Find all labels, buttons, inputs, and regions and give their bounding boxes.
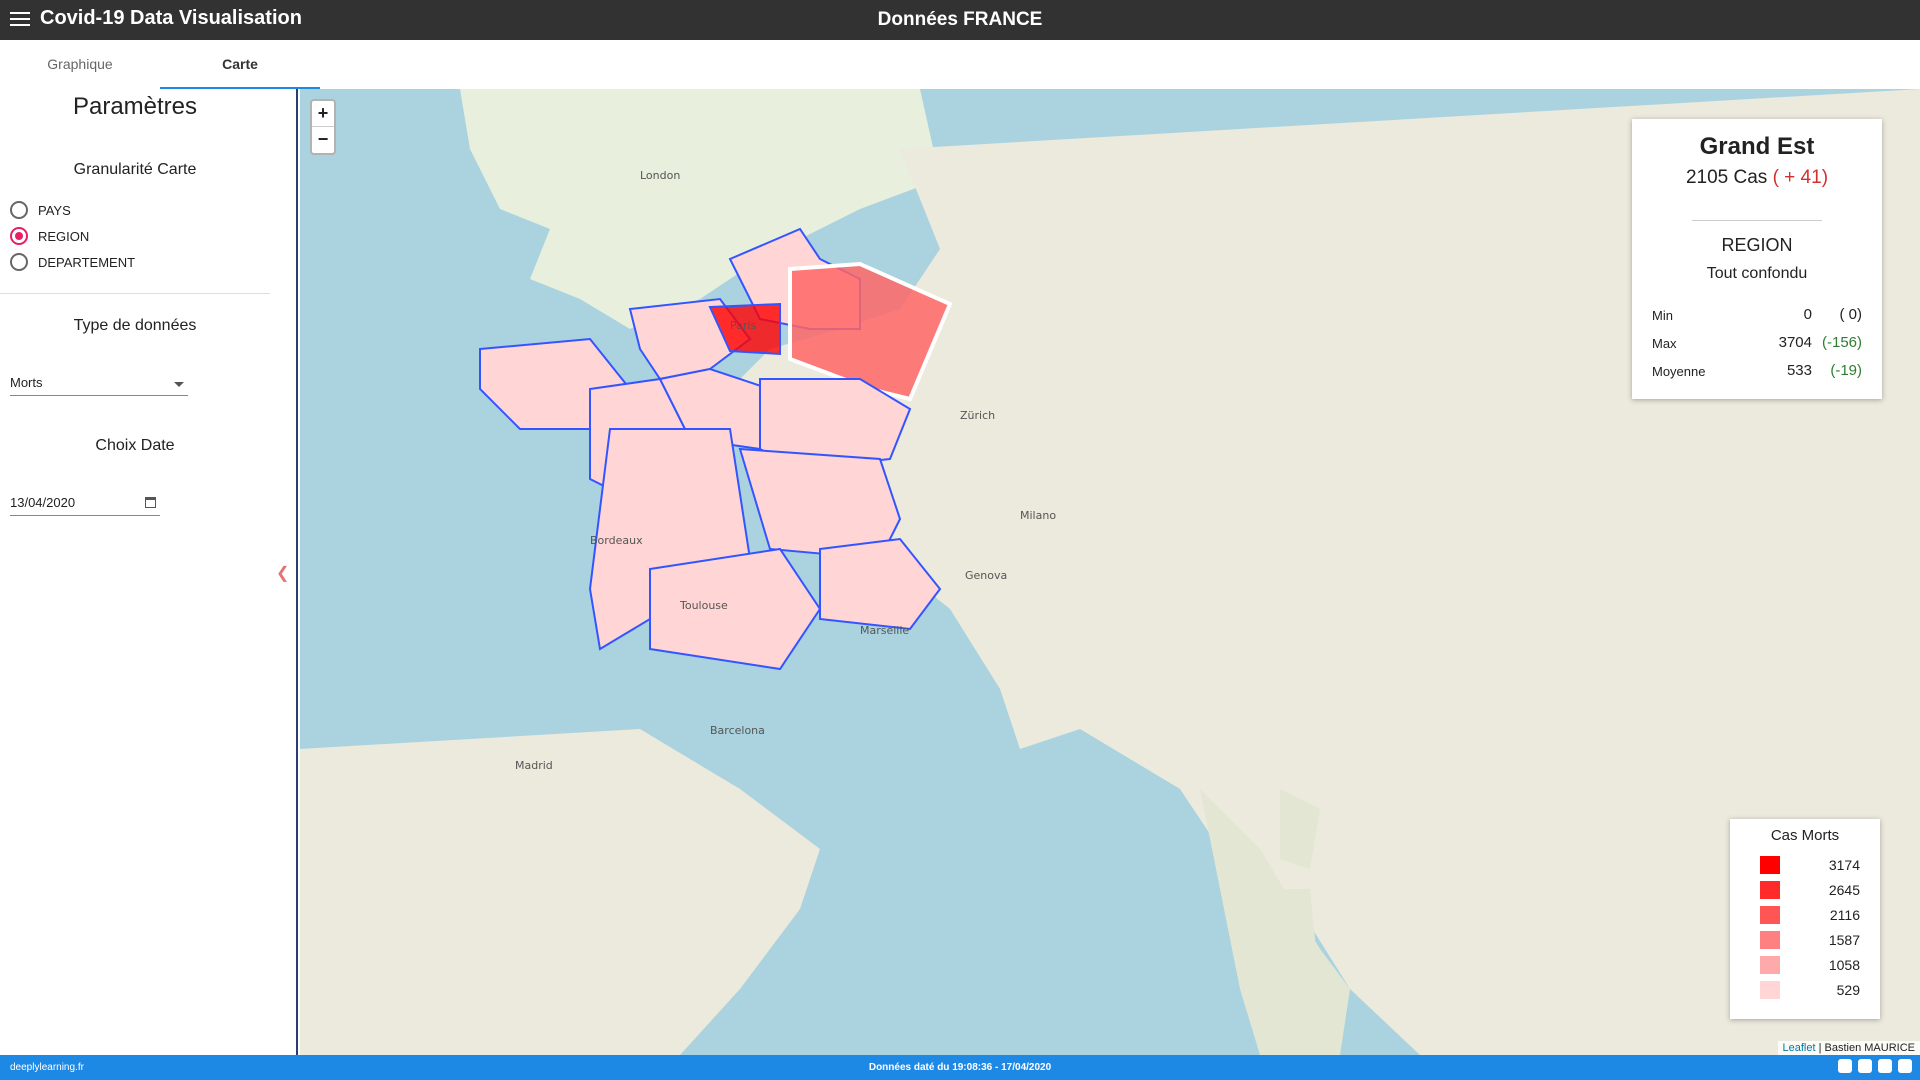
cases-delta: ( + 41) xyxy=(1772,167,1829,188)
city-label: Barcelona xyxy=(710,724,765,737)
granularity-subtitle: Tout confondu xyxy=(1706,265,1808,282)
page-title: Données FRANCE xyxy=(877,9,1043,30)
legend-value: 1058 xyxy=(1828,957,1860,973)
sidebar-title: Paramètres xyxy=(72,93,198,120)
granularity-title: REGION xyxy=(1721,235,1793,255)
legend-swatch xyxy=(1760,956,1780,974)
divider xyxy=(1692,220,1822,221)
radio-label: REGION xyxy=(38,228,90,244)
footer: deeplylearning.fr Données daté du 19:08:… xyxy=(0,1055,1920,1080)
zoom-in-button[interactable]: + xyxy=(312,101,334,127)
date-value: 13/04/2020 xyxy=(10,495,76,510)
land-sardinia xyxy=(1260,889,1320,999)
radio-label: DEPARTEMENT xyxy=(38,254,136,270)
city-label: Madrid xyxy=(515,759,553,772)
date-label: Choix Date xyxy=(95,437,175,454)
city-label: London xyxy=(640,169,680,182)
date-input[interactable]: 13/04/2020 xyxy=(10,492,160,516)
zoom-out-button[interactable]: − xyxy=(312,127,334,153)
city-label: Toulouse xyxy=(679,599,728,612)
zoom-control: + − xyxy=(310,99,336,155)
collapse-chevron-icon[interactable]: ❮ xyxy=(276,563,289,583)
city-label: Milano xyxy=(1020,509,1056,522)
sidebar: Paramètres Granularité Carte PAYS REGION… xyxy=(0,89,298,1055)
youtube-icon[interactable] xyxy=(1858,1059,1872,1073)
tab-carte[interactable]: Carte xyxy=(160,40,320,89)
radio-button[interactable] xyxy=(10,253,28,271)
linkedin-icon[interactable] xyxy=(1898,1059,1912,1073)
legend-swatch xyxy=(1760,856,1780,874)
radio-button[interactable] xyxy=(10,201,28,219)
legend-swatch xyxy=(1760,931,1780,949)
city-label: Bordeaux xyxy=(590,534,643,547)
radio-departement[interactable]: DEPARTEMENT xyxy=(10,251,135,273)
stat-value: 3704 xyxy=(1778,334,1812,351)
legend-row: 2645 xyxy=(1760,880,1860,900)
legend-swatch xyxy=(1760,906,1780,924)
footer-date: Données daté du 19:08:36 - 17/04/2020 xyxy=(868,1062,1052,1073)
city-label: Zürich xyxy=(960,409,995,422)
radio-region[interactable]: REGION xyxy=(10,225,89,247)
calendar-icon[interactable] xyxy=(145,497,156,508)
map-attribution: Leaflet | Bastien MAURICE xyxy=(1777,1041,1920,1055)
leaflet-link[interactable]: Leaflet xyxy=(1783,1042,1816,1054)
stat-label: Max xyxy=(1652,336,1677,351)
legend-value: 2116 xyxy=(1829,907,1860,923)
stat-moyenne: Moyenne 533 (-19) xyxy=(1652,361,1862,381)
city-label: Genova xyxy=(965,569,1007,582)
tab-bar: Graphique Carte xyxy=(0,40,1920,89)
stat-value: 533 xyxy=(1786,362,1812,379)
stat-label: Min xyxy=(1652,308,1673,323)
cases-value: 2105 Cas xyxy=(1685,167,1768,188)
granularity-label: Granularité Carte xyxy=(73,161,197,178)
region-info-panel: Grand Est 2105 Cas ( + 41) REGION Tout c… xyxy=(1632,119,1882,399)
divider xyxy=(0,293,270,294)
stat-delta: (-19) xyxy=(1830,362,1862,379)
city-label: Marseille xyxy=(860,624,909,637)
legend-value: 2645 xyxy=(1828,882,1860,898)
region-name: Grand Est xyxy=(1699,133,1815,160)
attribution-author: | Bastien MAURICE xyxy=(1818,1042,1915,1054)
legend-value: 529 xyxy=(1836,982,1860,998)
data-type-select[interactable]: Morts xyxy=(10,372,188,396)
radio-label: PAYS xyxy=(38,202,71,218)
legend-swatch xyxy=(1760,981,1780,999)
stat-min: Min 0 ( 0) xyxy=(1652,305,1862,325)
legend-value: 3174 xyxy=(1828,857,1860,873)
legend-row: 2116 xyxy=(1760,905,1860,925)
map-view[interactable]: Paris Bordeaux Toulouse Marseille London… xyxy=(300,89,1920,1055)
github-icon[interactable] xyxy=(1878,1059,1892,1073)
stat-delta: (-156) xyxy=(1821,334,1862,351)
radio-pays[interactable]: PAYS xyxy=(10,199,71,221)
stat-delta: ( 0) xyxy=(1839,306,1863,323)
stat-value: 0 xyxy=(1803,306,1812,323)
chevron-down-icon xyxy=(174,382,184,387)
social-icons xyxy=(1838,1059,1912,1073)
stat-max: Max 3704 (-156) xyxy=(1652,333,1862,353)
map-legend: Cas Morts 3174 2645 2116 1587 1058 529 xyxy=(1730,819,1880,1019)
legend-row: 3174 xyxy=(1760,855,1860,875)
legend-swatch xyxy=(1760,881,1780,899)
tab-graphique[interactable]: Graphique xyxy=(0,40,160,89)
legend-value: 1587 xyxy=(1828,932,1860,948)
legend-row: 1058 xyxy=(1760,955,1860,975)
select-value: Morts xyxy=(10,375,43,390)
legend-title: Cas Morts xyxy=(1770,827,1840,844)
city-label: Paris xyxy=(730,319,756,332)
radio-button-checked[interactable] xyxy=(10,227,28,245)
legend-row: 529 xyxy=(1760,980,1860,1000)
twitter-icon[interactable] xyxy=(1838,1059,1852,1073)
app-bar: Covid-19 Data Visualisation Données FRAN… xyxy=(0,0,1920,40)
stat-label: Moyenne xyxy=(1652,364,1706,379)
legend-row: 1587 xyxy=(1760,930,1860,950)
region-cases: 2105 Cas ( + 41) xyxy=(1632,167,1882,189)
data-type-label: Type de données xyxy=(73,317,197,334)
